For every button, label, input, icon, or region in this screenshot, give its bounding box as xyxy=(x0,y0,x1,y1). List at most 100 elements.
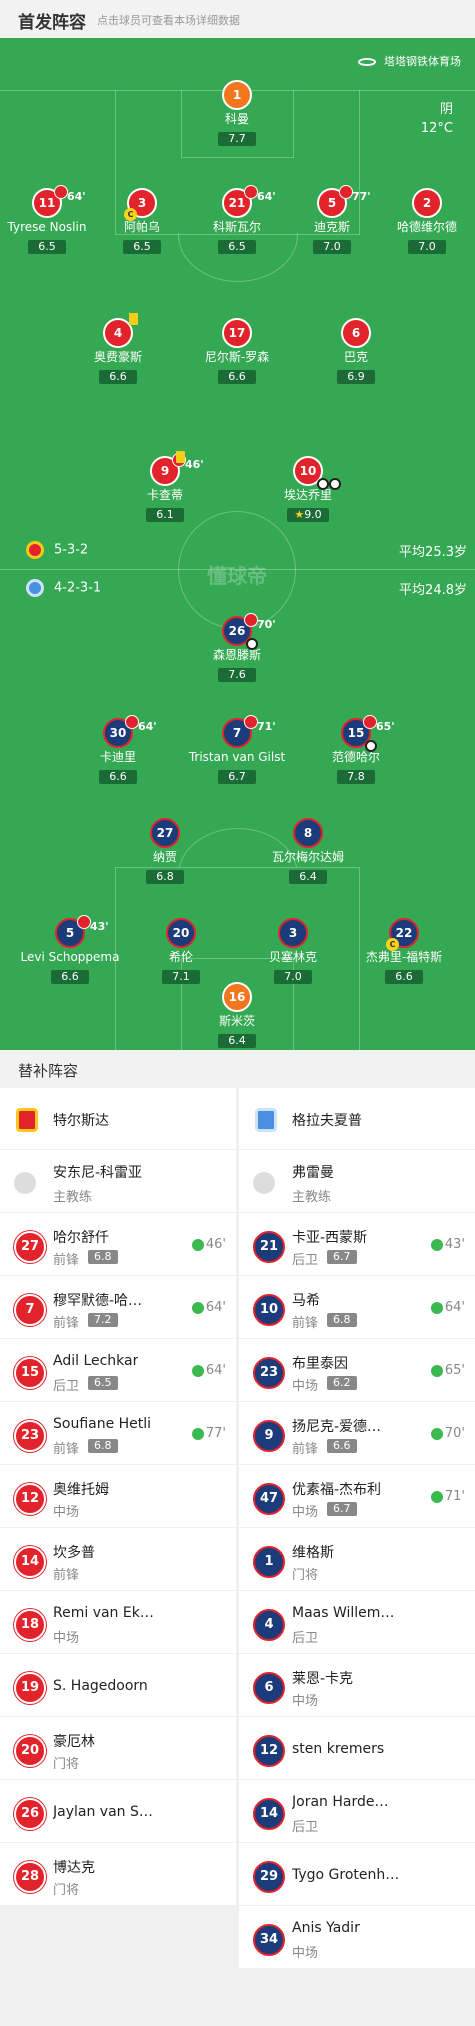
sub-player-row[interactable]: 6 莱恩-卡克 中场 xyxy=(239,1654,475,1717)
pitch: 塔塔钢铁体育场 阴 12°C 懂球帝 5-3-2 平均25.3岁 4-2-3-1 … xyxy=(0,38,475,1050)
sub-number: 7 xyxy=(14,1294,46,1326)
player-rating-value: 6.6 xyxy=(109,370,127,383)
player-number-circle: 8 xyxy=(293,818,323,848)
away-player[interactable]: 27 纳贾 6.8 xyxy=(105,818,225,884)
player-number-circle: 4 xyxy=(103,313,138,348)
player-number-circle: 5 77' xyxy=(317,185,371,218)
sub-player-row[interactable]: 19 S. Hagedoorn xyxy=(0,1654,236,1717)
player-name: 瓦尔梅尔达姆 xyxy=(271,850,344,864)
sub-in-time: 46' xyxy=(205,1237,226,1252)
sub-number: 26 xyxy=(14,1798,46,1830)
player-number: 3 xyxy=(288,926,298,940)
coach-avatar-icon xyxy=(253,1172,275,1194)
home-subs: 特尔斯达 安东尼-科雷亚 主教练 27 哈尔舒仟 前锋 6.8 46' 7 穆罕默德-哈… 前… xyxy=(0,1088,236,1906)
sub-name: 布里泰因 xyxy=(292,1356,348,1372)
weather: 阴 12°C xyxy=(421,100,453,138)
captain-icon: C xyxy=(124,208,137,221)
sub-number: 28 xyxy=(14,1861,46,1893)
home-player[interactable]: 4 奥费豪斯 6.6 xyxy=(58,313,178,384)
goal-ball-icon xyxy=(365,740,377,752)
sub-number: 29 xyxy=(253,1861,285,1893)
player-rating: 6.9 xyxy=(337,370,375,384)
sub-player-row[interactable]: 10 马希 前锋 6.8 64' xyxy=(239,1276,475,1339)
home-player[interactable]: 9 46' 卡查蒂 6.1 xyxy=(105,451,225,522)
player-number: 9 xyxy=(160,464,170,478)
sub-player-row[interactable]: 14 坎多普 前锋 xyxy=(0,1528,236,1591)
sub-off-time: 46' xyxy=(185,458,204,471)
away-player[interactable]: 16 斯米茨 6.4 xyxy=(177,982,297,1048)
sub-name: 坎多普 xyxy=(53,1545,95,1561)
player-number-circle: 30 64' xyxy=(103,715,157,748)
sub-in-time: 70' xyxy=(444,1426,465,1441)
away-player[interactable]: 5 43' Levi Schoppema 6.6 xyxy=(10,915,130,984)
sub-position: 前锋 xyxy=(292,1316,319,1331)
sub-number: 1 xyxy=(253,1546,285,1578)
player-number: 17 xyxy=(228,326,246,340)
sub-name: Soufiane Hetli xyxy=(53,1416,152,1432)
sub-position: 后卫 xyxy=(292,1631,319,1646)
sub-rating: 6.6 xyxy=(327,1439,357,1453)
home-player[interactable]: 1 科曼 7.7 xyxy=(177,80,297,146)
player-number-circle: 6 xyxy=(341,318,371,348)
player-name: 哈德维尔德 xyxy=(396,220,457,234)
away-player[interactable]: 20 希伦 7.1 xyxy=(121,918,241,984)
sub-player-row[interactable]: 26 Jaylan van S… xyxy=(0,1780,236,1843)
sub-off-time: 70' xyxy=(257,618,276,631)
sub-player-row[interactable]: 20 豪厄林 门将 xyxy=(0,1717,236,1780)
weather-condition: 阴 xyxy=(439,102,453,117)
home-coach-role: 主教练 xyxy=(53,1190,93,1205)
home-player[interactable]: 6 巴克 6.9 xyxy=(296,318,416,384)
player-rating-value: 6.6 xyxy=(228,370,246,383)
sub-name: 博达克 xyxy=(53,1860,95,1876)
sub-player-row[interactable]: 4 Maas Willem… 后卫 xyxy=(239,1591,475,1654)
sub-name: S. Hagedoorn xyxy=(53,1678,148,1694)
player-rating-value: 6.5 xyxy=(228,240,246,253)
away-player[interactable]: 7 71' Tristan van Gilst 6.7 xyxy=(177,715,297,784)
away-player[interactable]: 15 65' 范德哈尔 7.8 xyxy=(296,715,416,784)
sub-player-row[interactable]: 23 布里泰因 中场 6.2 65' xyxy=(239,1339,475,1402)
sub-player-row[interactable]: 34 Anis Yadir 中场 xyxy=(239,1906,475,1969)
player-name: 奥费豪斯 xyxy=(93,350,142,364)
player-rating-value: 7.7 xyxy=(228,132,246,145)
home-coach-row[interactable]: 安东尼-科雷亚 主教练 xyxy=(0,1150,236,1213)
sub-in: 77' xyxy=(191,1426,226,1441)
away-player[interactable]: 22 C 杰弗里-福特斯 6.6 xyxy=(344,918,464,984)
sub-player-row[interactable]: 7 穆罕默德-哈… 前锋 7.2 64' xyxy=(0,1276,236,1339)
sub-player-row[interactable]: 14 Joran Harde… 后卫 xyxy=(239,1780,475,1843)
sub-player-row[interactable]: 23 Soufiane Hetli 前锋 6.8 77' xyxy=(0,1402,236,1465)
away-player[interactable]: 30 64' 卡迪里 6.6 xyxy=(58,715,178,784)
sub-player-row[interactable]: 9 扬尼克-爱德… 前锋 6.6 70' xyxy=(239,1402,475,1465)
sub-number: 20 xyxy=(14,1735,46,1767)
sub-player-row[interactable]: 28 博达克 门将 xyxy=(0,1843,236,1906)
sub-player-row[interactable]: 47 优素福-杰布利 中场 6.7 71' xyxy=(239,1465,475,1528)
home-player[interactable]: 17 尼尔斯-罗森 6.6 xyxy=(177,318,297,384)
home-player[interactable]: 10 埃达乔里 ★9.0 xyxy=(248,456,368,522)
sub-in-icon xyxy=(191,1238,204,1251)
player-rating: 7.6 xyxy=(218,668,256,682)
away-coach-row[interactable]: 弗雷曼 主教练 xyxy=(239,1150,475,1213)
lineup-title: 首发阵容 xyxy=(18,13,86,33)
sub-player-row[interactable]: 12 奥维托姆 中场 xyxy=(0,1465,236,1528)
sub-rating: 6.2 xyxy=(327,1376,357,1390)
sub-player-row[interactable]: 27 哈尔舒仟 前锋 6.8 46' xyxy=(0,1213,236,1276)
sub-rating: 6.8 xyxy=(88,1439,118,1453)
player-rating-value: 6.1 xyxy=(156,508,174,521)
sub-player-row[interactable]: 21 卡亚-西蒙斯 后卫 6.7 43' xyxy=(239,1213,475,1276)
sub-in: 64' xyxy=(430,1300,465,1315)
player-number-circle: 17 xyxy=(222,318,252,348)
away-player[interactable]: 8 瓦尔梅尔达姆 6.4 xyxy=(248,818,368,884)
sub-player-row[interactable]: 1 维格斯 门将 xyxy=(239,1528,475,1591)
sub-player-row[interactable]: 15 Adil Lechkar 后卫 6.5 64' xyxy=(0,1339,236,1402)
stadium-icon xyxy=(358,58,376,66)
sub-in-icon xyxy=(191,1364,204,1377)
player-number-circle: 3C xyxy=(124,188,157,221)
sub-in-icon xyxy=(430,1364,443,1377)
home-player[interactable]: 2 哈德维尔德 7.0 xyxy=(367,188,475,254)
sub-player-row[interactable]: 29 Tygo Grotenh… xyxy=(239,1843,475,1906)
away-player[interactable]: 3 贝塞林克 7.0 xyxy=(233,918,353,984)
sub-name: 哈尔舒仟 xyxy=(53,1230,109,1246)
player-rating-value: 7.0 xyxy=(323,240,341,253)
sub-player-row[interactable]: 18 Remi van Ek… 中场 xyxy=(0,1591,236,1654)
sub-player-row[interactable]: 12 sten kremers xyxy=(239,1717,475,1780)
away-player[interactable]: 26 70' 森恩滕斯 7.6 xyxy=(177,613,297,682)
